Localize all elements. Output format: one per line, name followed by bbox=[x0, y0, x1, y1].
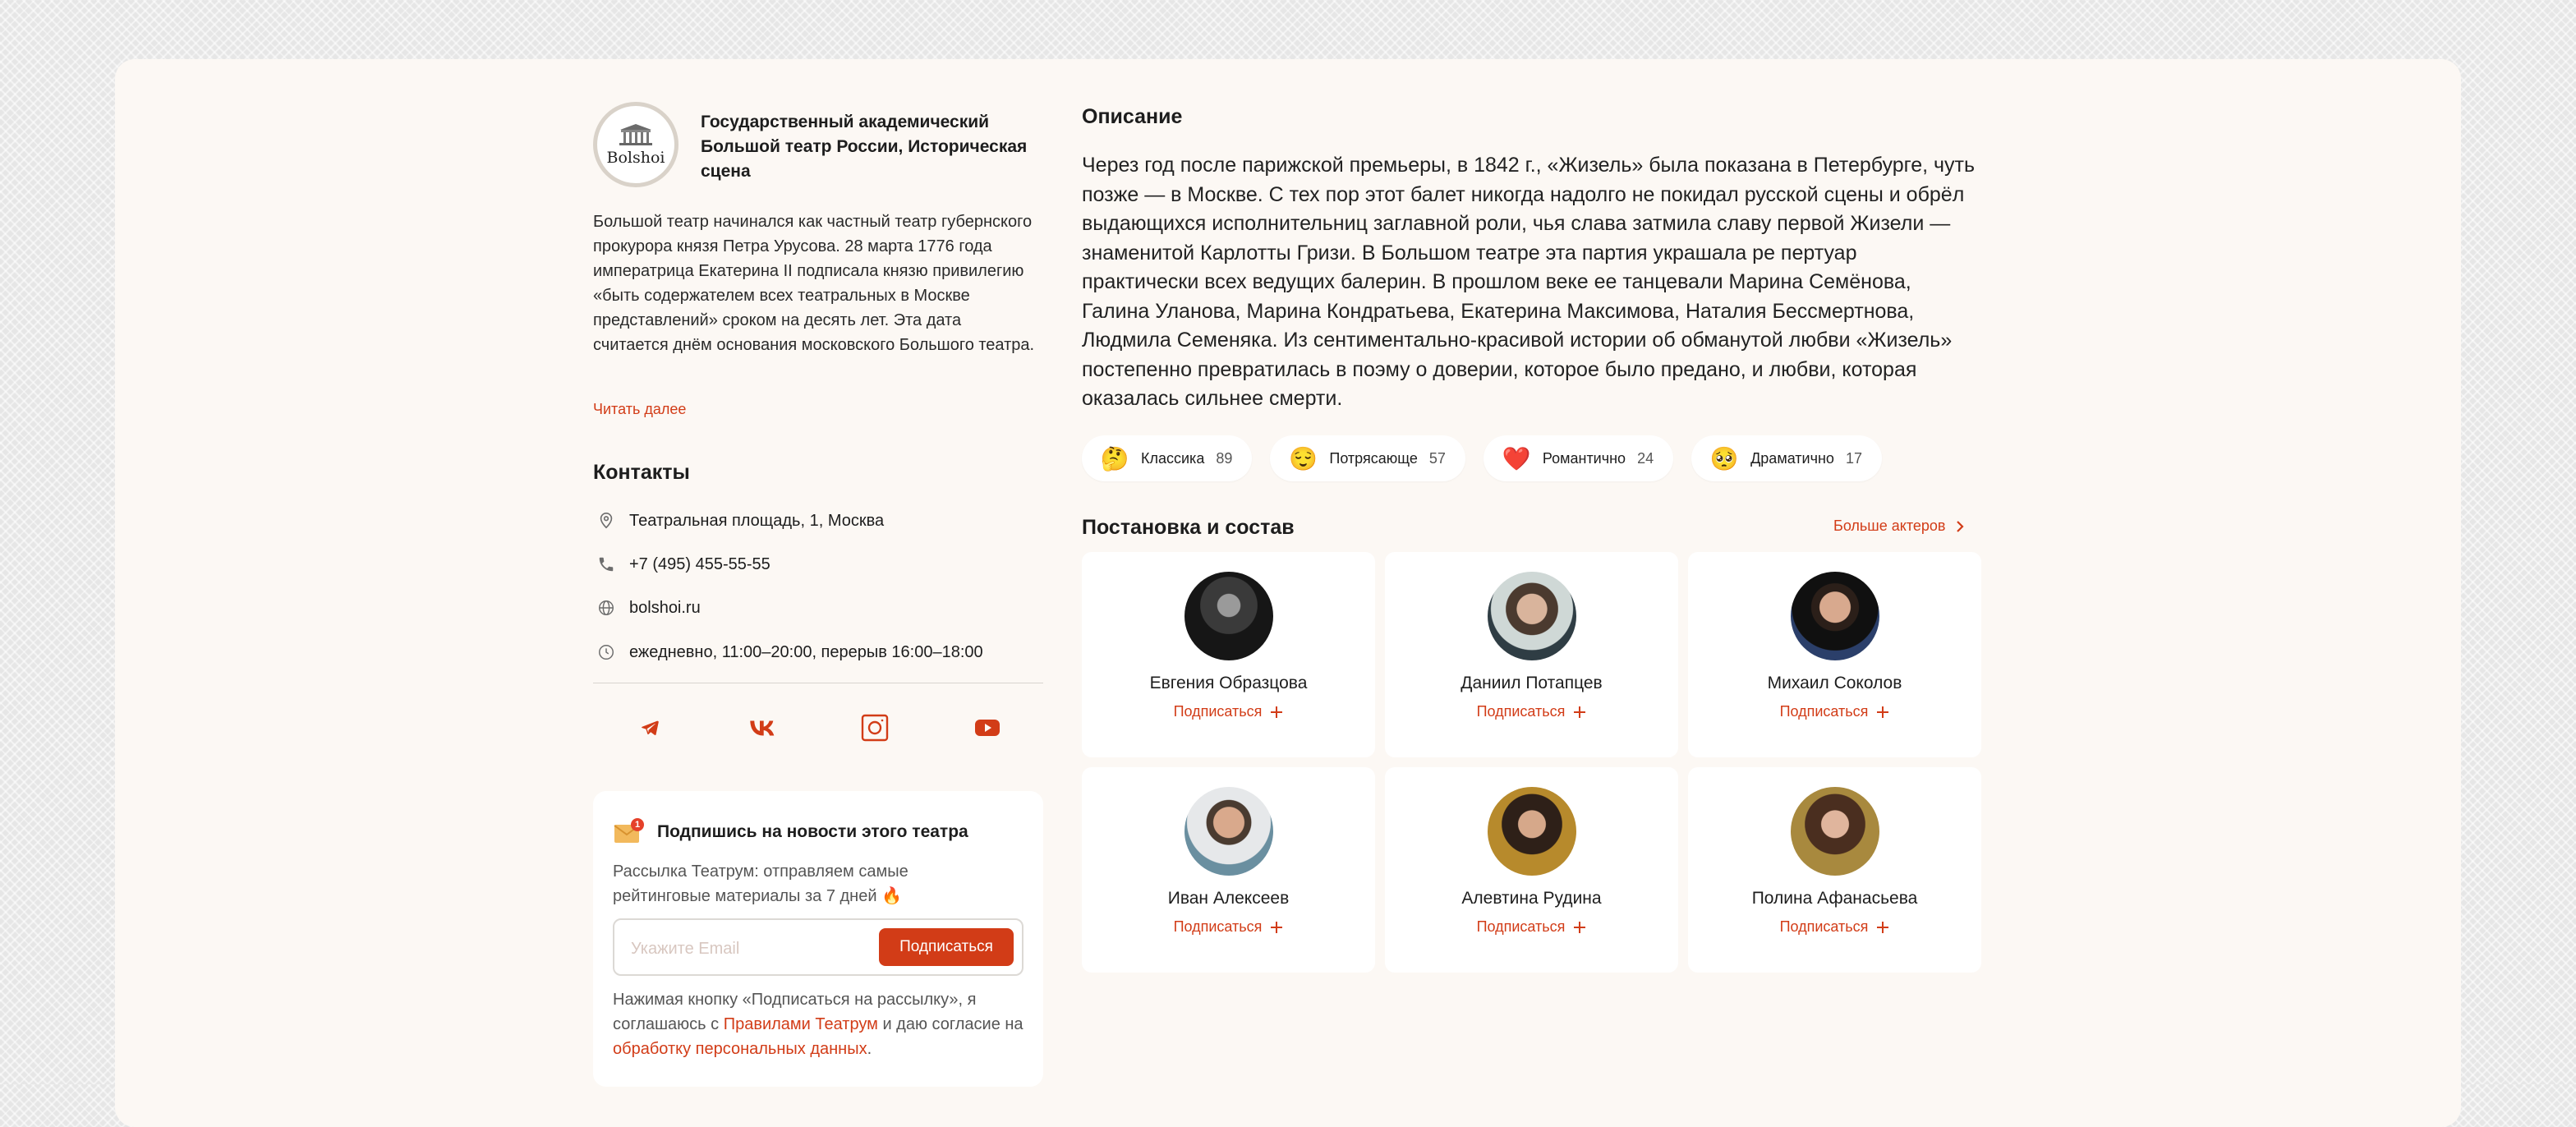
youtube-icon[interactable] bbox=[969, 710, 1005, 746]
cast-title: Постановка и состав bbox=[1082, 516, 1295, 539]
vk-icon[interactable] bbox=[744, 710, 780, 746]
reaction-chip[interactable]: 😌 Потрясающе 57 bbox=[1270, 435, 1465, 481]
actor-name: Полина Афанасьева bbox=[1751, 889, 1918, 908]
follow-button[interactable]: Подписаться bbox=[1780, 703, 1890, 720]
actor-name: Иван Алексеев bbox=[1167, 889, 1290, 908]
follow-label: Подписаться bbox=[1476, 703, 1566, 720]
email-form: Подписаться bbox=[613, 918, 1024, 976]
reaction-chip[interactable]: ❤️ Романтично 24 bbox=[1483, 435, 1674, 481]
actor-card[interactable]: Полина Афанасьева Подписаться bbox=[1688, 767, 1981, 973]
hours-text: ежедневно, 11:00–20:00, перерыв 16:00–18… bbox=[629, 642, 983, 661]
consent-part: . bbox=[867, 1040, 872, 1058]
reactions-bar: 🤔 Классика 89 😌 Потрясающе 57 ❤️ Романти… bbox=[1082, 435, 1882, 481]
personal-data-link[interactable]: обработку персональных данных bbox=[613, 1040, 867, 1058]
subscribe-description: Рассылка Театрум: отправляем самые рейти… bbox=[613, 862, 908, 905]
more-actors-label: Больше актеров bbox=[1833, 518, 1946, 534]
reaction-count: 24 bbox=[1637, 449, 1654, 467]
follow-label: Подписаться bbox=[1476, 918, 1566, 935]
reaction-label: Драматично bbox=[1750, 449, 1834, 467]
plus-icon bbox=[1877, 706, 1889, 718]
relieved-emoji-icon: 😌 bbox=[1288, 445, 1318, 472]
email-input[interactable] bbox=[629, 932, 862, 966]
follow-button[interactable]: Подписаться bbox=[1174, 703, 1284, 720]
actor-name: Михаил Соколов bbox=[1767, 674, 1902, 692]
follow-label: Подписаться bbox=[1779, 918, 1869, 935]
avatar bbox=[1184, 787, 1273, 876]
site-text: bolshoi.ru bbox=[629, 598, 701, 617]
chevron-right-icon bbox=[1956, 520, 1964, 532]
avatar bbox=[1790, 787, 1879, 876]
contact-phone[interactable]: +7 (495) 455-55-55 bbox=[593, 551, 770, 577]
phone-text: +7 (495) 455-55-55 bbox=[629, 554, 770, 573]
subscribe-button[interactable]: Подписаться bbox=[879, 928, 1014, 966]
instagram-icon[interactable] bbox=[857, 710, 893, 746]
theatre-building-icon bbox=[619, 124, 652, 145]
actor-name: Даниил Потапцев bbox=[1460, 674, 1603, 692]
contact-hours: ежедневно, 11:00–20:00, перерыв 16:00–18… bbox=[593, 639, 983, 665]
contact-address: Театральная площадь, 1, Москва bbox=[593, 508, 884, 534]
reaction-count: 17 bbox=[1845, 449, 1862, 467]
thinking-emoji-icon: 🤔 bbox=[1100, 445, 1129, 472]
avatar bbox=[1487, 787, 1576, 876]
theatre-about: Большой театр начинался как частный теат… bbox=[593, 213, 1035, 354]
actor-name: Евгения Образцова bbox=[1149, 674, 1308, 692]
reaction-label: Романтично bbox=[1542, 449, 1626, 467]
plus-icon bbox=[1574, 706, 1586, 718]
rules-link[interactable]: Правилами Театрум bbox=[724, 1015, 878, 1033]
actor-name: Алевтина Рудина bbox=[1461, 889, 1602, 908]
pleading-emoji-icon: 🥺 bbox=[1709, 445, 1739, 472]
phone-icon bbox=[593, 551, 619, 577]
more-actors-link[interactable]: Больше актеров bbox=[1833, 518, 1964, 535]
reaction-label: Классика bbox=[1141, 449, 1205, 467]
globe-icon bbox=[593, 595, 619, 621]
follow-button[interactable]: Подписаться bbox=[1174, 918, 1284, 936]
actor-card[interactable]: Евгения Образцова Подписаться bbox=[1082, 552, 1375, 757]
avatar bbox=[1487, 572, 1576, 660]
reaction-label: Потрясающе bbox=[1329, 449, 1418, 467]
follow-button[interactable]: Подписаться bbox=[1780, 918, 1890, 936]
avatar bbox=[1184, 572, 1273, 660]
description-title: Описание bbox=[1082, 105, 1183, 128]
follow-label: Подписаться bbox=[1779, 703, 1869, 720]
theatre-name: Государственный академический Большой те… bbox=[701, 113, 1028, 181]
plus-icon bbox=[1271, 706, 1283, 718]
reaction-chip[interactable]: 🤔 Классика 89 bbox=[1082, 435, 1253, 481]
description-text: Через год после парижской премьеры, в 18… bbox=[1082, 154, 1976, 410]
plus-icon bbox=[1877, 921, 1889, 933]
subscribe-title-text: Подпишись на новости этого театра bbox=[657, 822, 968, 841]
actor-card[interactable]: Даниил Потапцев Подписаться bbox=[1385, 552, 1678, 757]
location-pin-icon bbox=[593, 508, 619, 534]
contact-site[interactable]: bolshoi.ru bbox=[593, 595, 701, 621]
avatar bbox=[1790, 572, 1879, 660]
logo-text: Bolshoi bbox=[606, 149, 665, 167]
follow-button[interactable]: Подписаться bbox=[1477, 918, 1587, 936]
mail-icon: 1 bbox=[613, 818, 644, 846]
actor-card[interactable]: Михаил Соколов Подписаться bbox=[1688, 552, 1981, 757]
reaction-chip[interactable]: 🥺 Драматично 17 bbox=[1691, 435, 1882, 481]
cast-grid: Евгения Образцова Подписаться Даниил Пот… bbox=[1082, 552, 1981, 973]
address-text: Театральная площадь, 1, Москва bbox=[629, 511, 885, 530]
contacts-title: Контакты bbox=[593, 461, 690, 484]
heart-emoji-icon: ❤️ bbox=[1502, 445, 1531, 472]
follow-label: Подписаться bbox=[1173, 703, 1263, 720]
read-more-link[interactable]: Читать далее bbox=[593, 401, 686, 418]
actor-card[interactable]: Алевтина Рудина Подписаться bbox=[1385, 767, 1678, 973]
reaction-count: 89 bbox=[1216, 449, 1233, 467]
subscribe-title: 1 Подпишись на новости этого театра bbox=[613, 818, 968, 846]
theatre-logo[interactable]: Bolshoi bbox=[593, 102, 678, 187]
follow-button[interactable]: Подписаться bbox=[1477, 703, 1587, 720]
actor-card[interactable]: Иван Алексеев Подписаться bbox=[1082, 767, 1375, 973]
consent-part: и даю согласие на bbox=[877, 1015, 1024, 1033]
social-links bbox=[593, 710, 1043, 746]
reaction-count: 57 bbox=[1428, 449, 1446, 467]
telegram-icon[interactable] bbox=[632, 710, 668, 746]
mail-badge: 1 bbox=[631, 818, 644, 831]
follow-label: Подписаться bbox=[1173, 918, 1263, 935]
clock-icon bbox=[593, 639, 619, 665]
plus-icon bbox=[1271, 921, 1283, 933]
plus-icon bbox=[1574, 921, 1586, 933]
consent-text: Нажимая кнопку «Подписаться на рассылку»… bbox=[613, 987, 1024, 1061]
